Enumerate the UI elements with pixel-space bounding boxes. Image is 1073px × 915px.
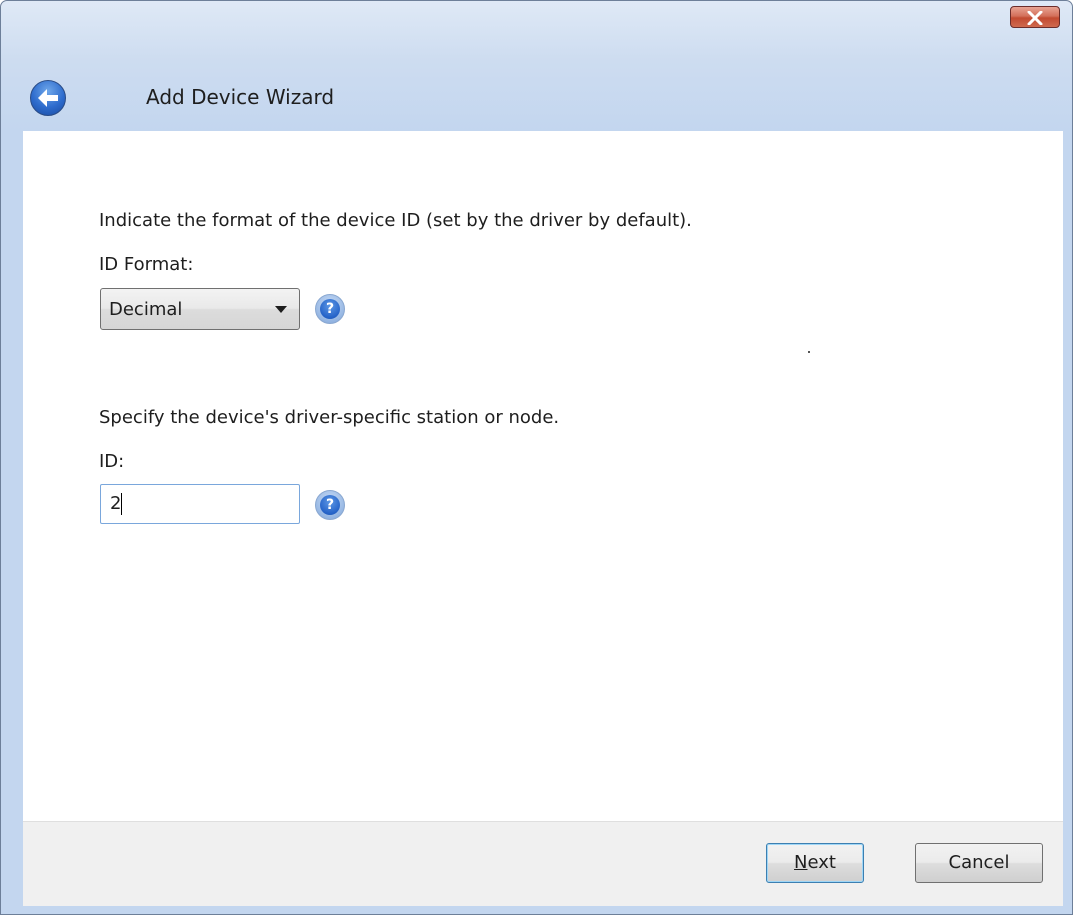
help-icon: ?	[320, 299, 340, 319]
next-button[interactable]: Next	[766, 843, 864, 883]
next-label-rest: ext	[807, 852, 836, 873]
id-help-button[interactable]: ?	[315, 490, 345, 520]
format-prompt: Indicate the format of the device ID (se…	[99, 210, 692, 231]
content-area	[23, 131, 1063, 821]
footer-bar	[23, 821, 1063, 906]
id-input-value: 2	[110, 493, 122, 514]
id-format-dropdown[interactable]: Decimal	[100, 288, 300, 330]
back-button[interactable]	[30, 80, 66, 116]
close-button[interactable]	[1010, 6, 1060, 28]
id-format-help-button[interactable]: ?	[315, 294, 345, 324]
close-icon	[1027, 11, 1043, 25]
id-format-value: Decimal	[109, 299, 183, 320]
id-prompt: Specify the device's driver-specific sta…	[99, 407, 560, 428]
text-caret	[121, 493, 122, 515]
id-label: ID:	[99, 451, 125, 472]
cancel-button[interactable]: Cancel	[915, 843, 1043, 883]
help-icon: ?	[320, 495, 340, 515]
stray-dot	[808, 351, 810, 353]
id-format-label: ID Format:	[99, 254, 194, 275]
id-input[interactable]: 2	[100, 484, 300, 524]
wizard-window: Add Device Wizard Indicate the format of…	[0, 0, 1073, 915]
next-label-mnemonic: N	[794, 852, 808, 873]
wizard-title: Add Device Wizard	[146, 85, 335, 109]
back-arrow-icon	[38, 89, 58, 107]
chevron-down-icon	[275, 306, 287, 313]
